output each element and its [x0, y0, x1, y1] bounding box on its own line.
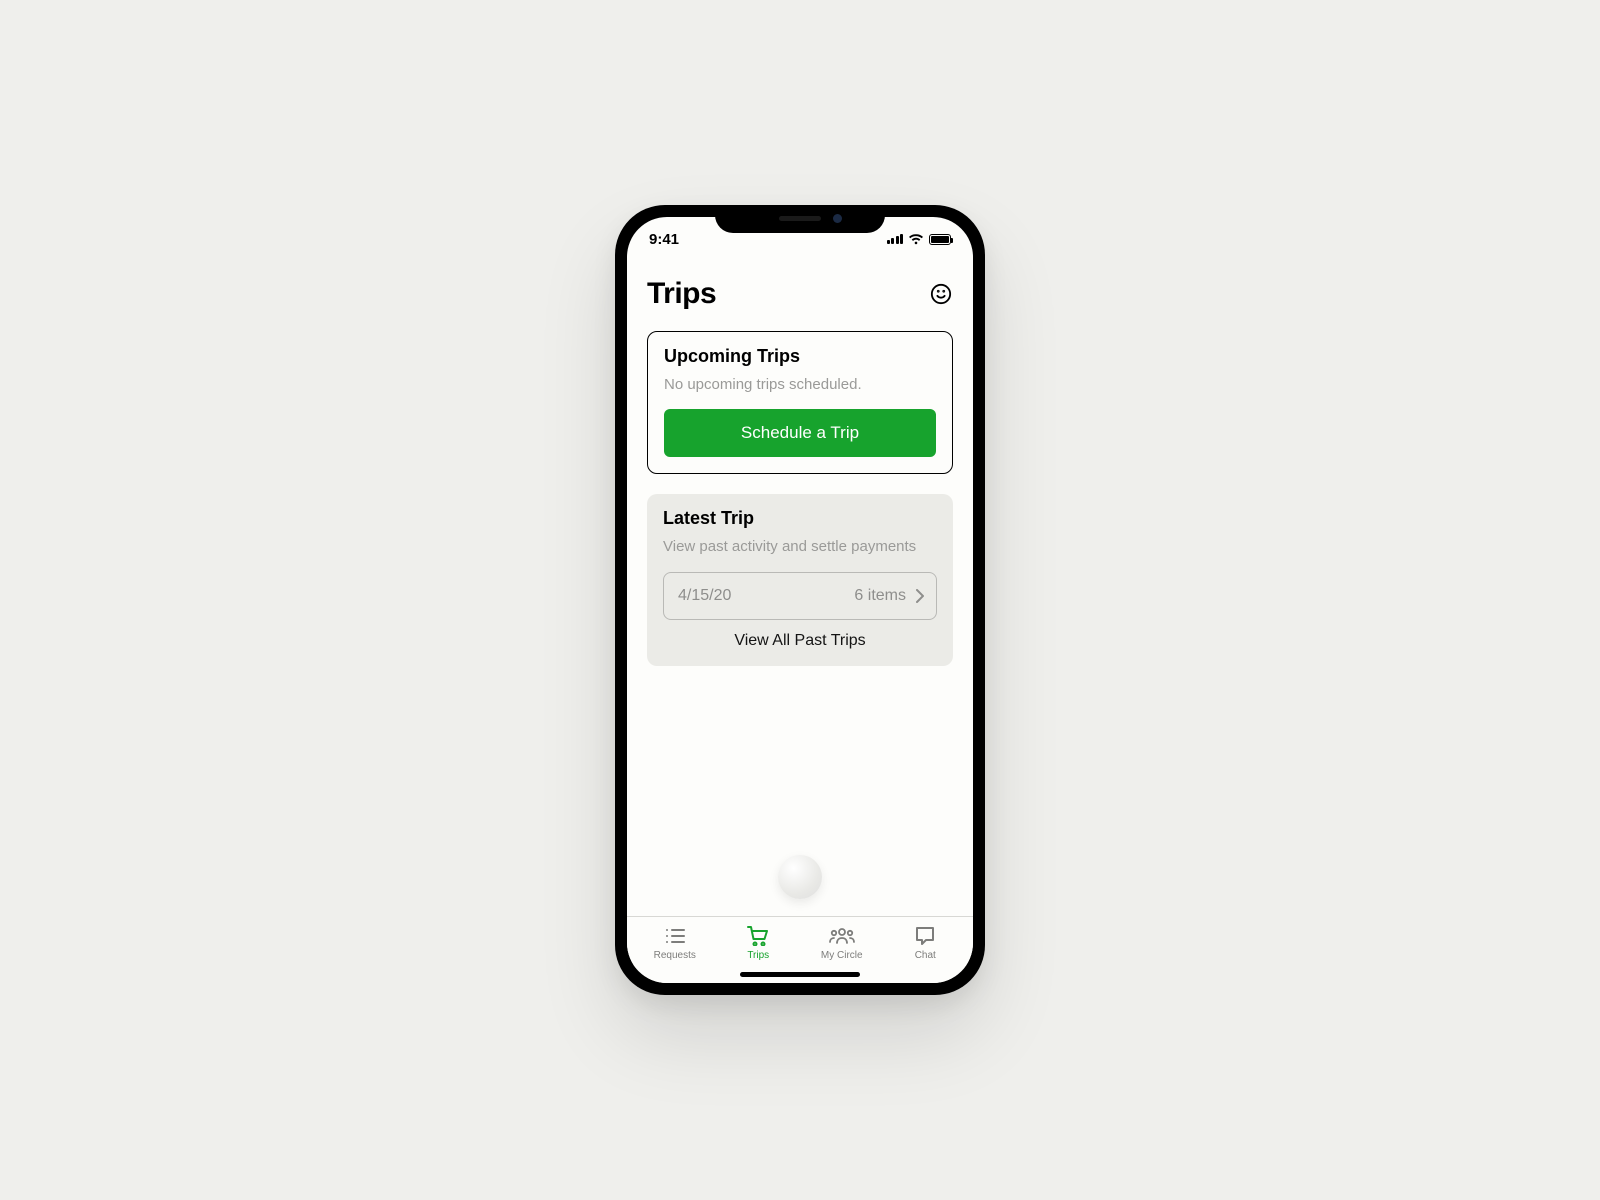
people-icon	[829, 925, 855, 947]
status-time: 9:41	[649, 231, 679, 248]
upcoming-empty-text: No upcoming trips scheduled.	[664, 375, 936, 395]
list-icon	[664, 925, 686, 947]
trip-date: 4/15/20	[678, 587, 731, 605]
latest-title: Latest Trip	[663, 508, 937, 529]
tab-label: Trips	[747, 950, 769, 961]
tab-label: Chat	[915, 950, 936, 961]
latest-subtitle: View past activity and settle payments	[663, 537, 937, 557]
phone-notch	[715, 205, 885, 233]
content: Upcoming Trips No upcoming trips schedul…	[627, 319, 973, 916]
schedule-trip-button[interactable]: Schedule a Trip	[664, 409, 936, 457]
tab-chat[interactable]: Chat	[890, 925, 960, 961]
home-indicator	[740, 972, 860, 977]
cellular-icon	[887, 234, 904, 244]
cart-icon	[747, 925, 769, 947]
page-header: Trips	[627, 261, 973, 319]
upcoming-title: Upcoming Trips	[664, 346, 936, 367]
tab-label: My Circle	[821, 950, 863, 961]
tab-trips[interactable]: Trips	[723, 925, 793, 961]
smiley-icon	[930, 283, 952, 305]
status-icons	[887, 233, 952, 245]
profile-button[interactable]	[929, 282, 953, 306]
trip-item-count: 6 items	[854, 587, 906, 605]
wifi-icon	[908, 233, 924, 245]
latest-trip-card: Latest Trip View past activity and settl…	[647, 494, 953, 665]
chat-icon	[915, 925, 935, 947]
tab-requests[interactable]: Requests	[640, 925, 710, 961]
chevron-right-icon	[916, 589, 924, 603]
battery-icon	[929, 234, 951, 245]
upcoming-trips-card: Upcoming Trips No upcoming trips schedul…	[647, 331, 953, 474]
phone-frame: 9:41 Trips Upcoming Trips No upcoming tr…	[615, 205, 985, 995]
tab-my-circle[interactable]: My Circle	[807, 925, 877, 961]
page-title: Trips	[647, 277, 716, 311]
tab-label: Requests	[654, 950, 696, 961]
view-all-past-trips-link[interactable]: View All Past Trips	[663, 632, 937, 650]
screen: 9:41 Trips Upcoming Trips No upcoming tr…	[627, 217, 973, 983]
latest-trip-row[interactable]: 4/15/20 6 items	[663, 572, 937, 620]
